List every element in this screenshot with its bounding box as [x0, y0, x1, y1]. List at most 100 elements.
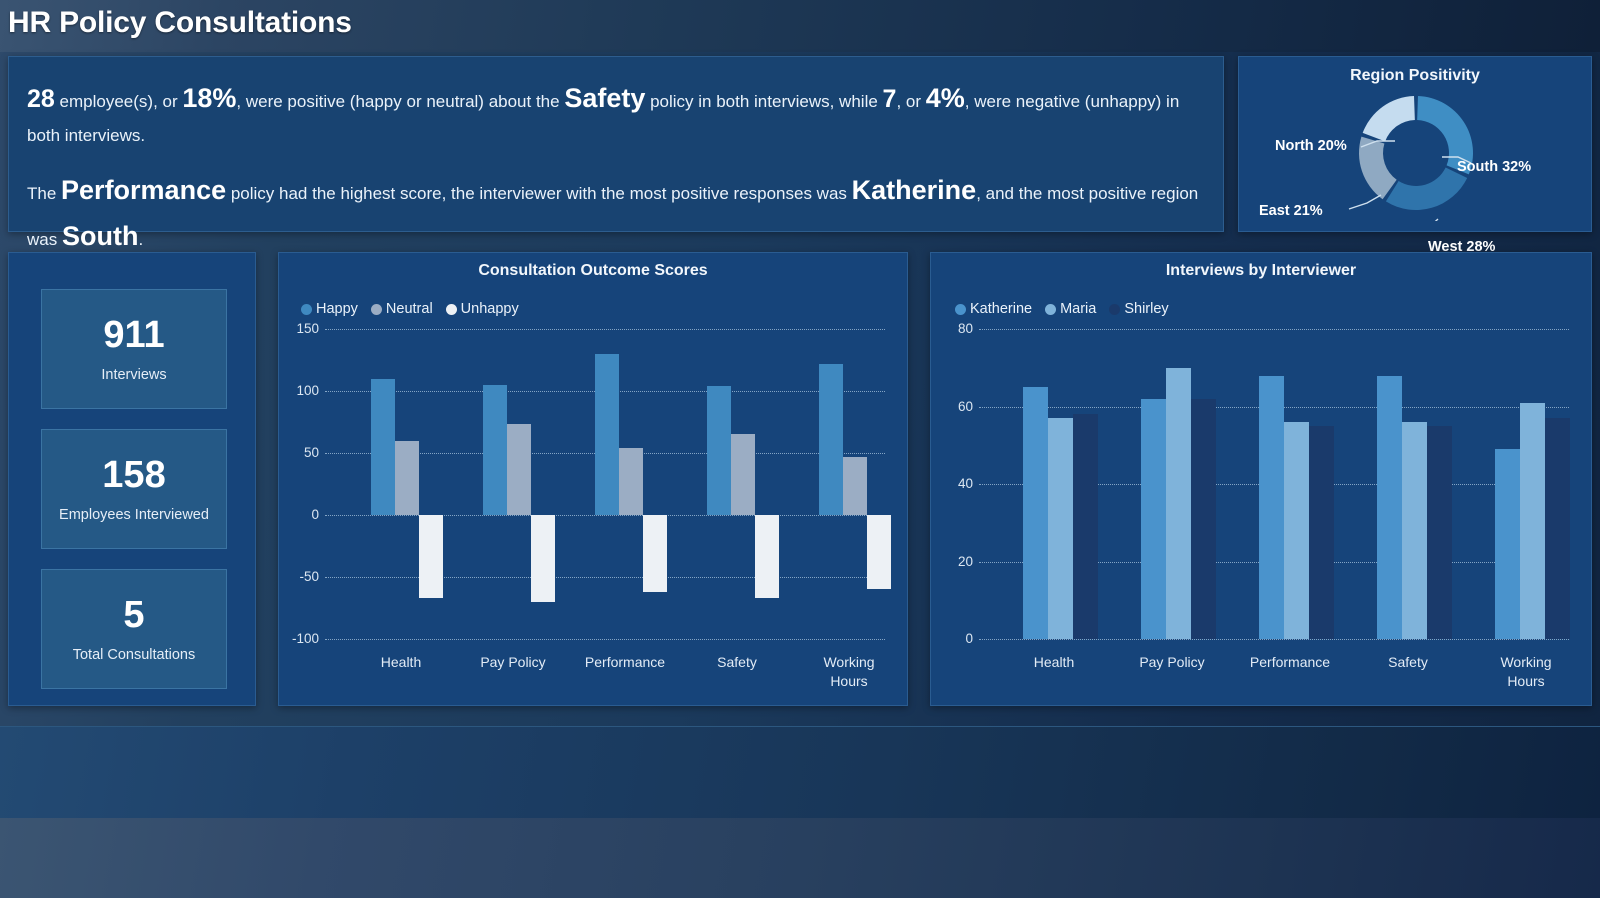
bar-happy[interactable]	[707, 386, 731, 515]
consultation-outcome-chart-panel[interactable]: Consultation Outcome Scores Happy Neutra…	[278, 252, 908, 706]
legend-item-maria[interactable]: Maria	[1045, 301, 1096, 317]
bar-unhappy[interactable]	[755, 515, 779, 599]
bar-katherine[interactable]	[1022, 387, 1048, 639]
gridline	[325, 639, 885, 640]
donut-label-north: North 20%	[1275, 138, 1347, 154]
legend-item-unhappy[interactable]: Unhappy	[445, 301, 519, 317]
gridline	[325, 577, 885, 578]
bar-shirley[interactable]	[1072, 414, 1098, 639]
y-axis-tick-label: 20	[957, 553, 973, 569]
bar-katherine[interactable]	[1494, 449, 1520, 639]
bar-neutral[interactable]	[395, 440, 419, 515]
bar-shirley[interactable]	[1544, 418, 1570, 639]
bar-happy[interactable]	[483, 384, 507, 515]
positive-count: 28	[27, 85, 55, 113]
kpi-card-interviews[interactable]: 911 Interviews	[41, 289, 227, 409]
bar-neutral[interactable]	[731, 434, 755, 515]
kpi-card-employees-interviewed[interactable]: 158 Employees Interviewed	[41, 429, 227, 549]
bar-katherine[interactable]	[1376, 375, 1402, 639]
kpi-card-total-consultations[interactable]: 5 Total Consultations	[41, 569, 227, 689]
legend-dot-unhappy	[445, 303, 457, 315]
kpi-label: Employees Interviewed	[59, 506, 209, 523]
chart-title: Consultation Outcome Scores	[478, 262, 708, 279]
filter-summary-bar: Outcomes All Policies All Positions All …	[0, 818, 1600, 898]
highlight-policy: Safety	[564, 83, 646, 113]
bar-shirley[interactable]	[1308, 425, 1334, 639]
x-axis-tick-label: Pay Policy	[1139, 654, 1205, 670]
kpi-value: 158	[102, 453, 166, 496]
kpi-label: Interviews	[101, 366, 167, 383]
region-positivity-title: Region Positivity	[1350, 67, 1480, 84]
legend-label: Katherine	[970, 301, 1033, 317]
y-axis-tick-label: 0	[311, 507, 319, 522]
bar-katherine[interactable]	[1258, 375, 1284, 639]
x-axis-tick-label: Working Hours	[1500, 654, 1552, 689]
bar-neutral[interactable]	[507, 424, 531, 515]
x-axis-tick-label: Health	[1033, 654, 1075, 670]
bar-unhappy[interactable]	[419, 515, 443, 599]
kpi-panel: 911 Interviews 158 Employees Interviewed…	[8, 252, 256, 706]
donut-segment-north[interactable]	[1362, 96, 1415, 142]
bar-maria[interactable]	[1283, 422, 1309, 639]
bar-neutral[interactable]	[843, 456, 867, 515]
interviews-by-interviewer-panel[interactable]: Interviews by Interviewer Katherine Mari…	[930, 252, 1592, 706]
bar-unhappy[interactable]	[643, 515, 667, 592]
x-axis-tick-label: Performance	[584, 654, 666, 670]
legend-item-katherine[interactable]: Katherine	[955, 301, 1032, 317]
gridline	[979, 329, 1569, 330]
x-axis-tick-label: Safety	[717, 654, 757, 670]
bar-unhappy[interactable]	[867, 515, 891, 590]
x-axis-tick-label: Performance	[1249, 654, 1331, 670]
legend-dot-neutral	[370, 303, 382, 315]
y-axis-tick-label: -50	[299, 569, 319, 584]
legend-item-neutral[interactable]: Neutral	[370, 301, 433, 317]
narrative-2-t2: policy had the highest score, the interv…	[226, 183, 852, 203]
bar-shirley[interactable]	[1426, 425, 1452, 639]
bar-happy[interactable]	[819, 363, 843, 515]
bar-unhappy[interactable]	[531, 515, 555, 602]
narrative-summary-card: 28 employee(s), or 18%, were positive (h…	[8, 56, 1224, 251]
kpi-value: 5	[123, 593, 145, 636]
donut-segment-west[interactable]	[1385, 167, 1468, 210]
donut-label-east: East 21%	[1259, 203, 1323, 219]
bar-neutral[interactable]	[619, 448, 643, 515]
y-axis-tick-label: 150	[296, 321, 319, 336]
legend-label: Unhappy	[460, 301, 519, 317]
bar-maria[interactable]	[1047, 418, 1073, 639]
bar-happy[interactable]	[595, 353, 619, 515]
legend-item-happy[interactable]: Happy	[301, 301, 358, 317]
legend-dot-maria	[1045, 303, 1057, 315]
outcome-chart-legend: Happy Neutral Unhappy	[301, 301, 519, 317]
legend-label: Maria	[1060, 301, 1097, 317]
bar-happy[interactable]	[371, 378, 395, 515]
legend-item-shirley[interactable]: Shirley	[1109, 301, 1169, 317]
narrative-line-1: 28 employee(s), or 18%, were positive (h…	[27, 75, 1201, 151]
outcome-chart-plot: 150 100 50 0 -50 -100 Health Pay Policy Performa…	[292, 321, 891, 689]
legend-label: Happy	[316, 301, 358, 317]
bar-katherine[interactable]	[1140, 398, 1166, 639]
bar-shirley[interactable]	[1190, 398, 1216, 639]
narrative-t4: , or	[896, 92, 926, 111]
page-title: HR Policy Consultations	[8, 6, 352, 39]
bar-maria[interactable]	[1401, 422, 1427, 639]
gridline	[325, 329, 885, 330]
x-axis-tick-label: Health	[380, 654, 422, 670]
negative-count: 7	[882, 85, 897, 113]
narrative-2-t4: .	[138, 230, 144, 250]
bar-maria[interactable]	[1519, 402, 1545, 639]
legend-label: Shirley	[1124, 301, 1169, 317]
region-positivity-card[interactable]: Region Positivity North 20% South 32% Ea…	[1238, 56, 1593, 255]
kpi-label: Total Consultations	[72, 646, 196, 663]
bar-maria[interactable]	[1165, 367, 1191, 639]
narrative-t3: policy in both interviews, while	[645, 92, 883, 111]
interviewer-chart-plot: 80 60 40 20 0 Health Pay Policy Performance Safe…	[958, 321, 1570, 689]
y-axis-tick-label: 100	[296, 383, 319, 398]
top-interviewer: Katherine	[851, 174, 977, 205]
x-axis-tick-label: Working Hours	[823, 654, 875, 689]
legend-dot-katherine	[955, 303, 966, 315]
narrative-2-t1: The	[27, 183, 62, 203]
region-donut-chart[interactable]: North 20% South 32% East 21% West 28%	[1239, 85, 1593, 255]
top-policy: Performance	[61, 174, 227, 205]
negative-percent: 4%	[925, 83, 965, 113]
positive-percent: 18%	[182, 83, 237, 113]
